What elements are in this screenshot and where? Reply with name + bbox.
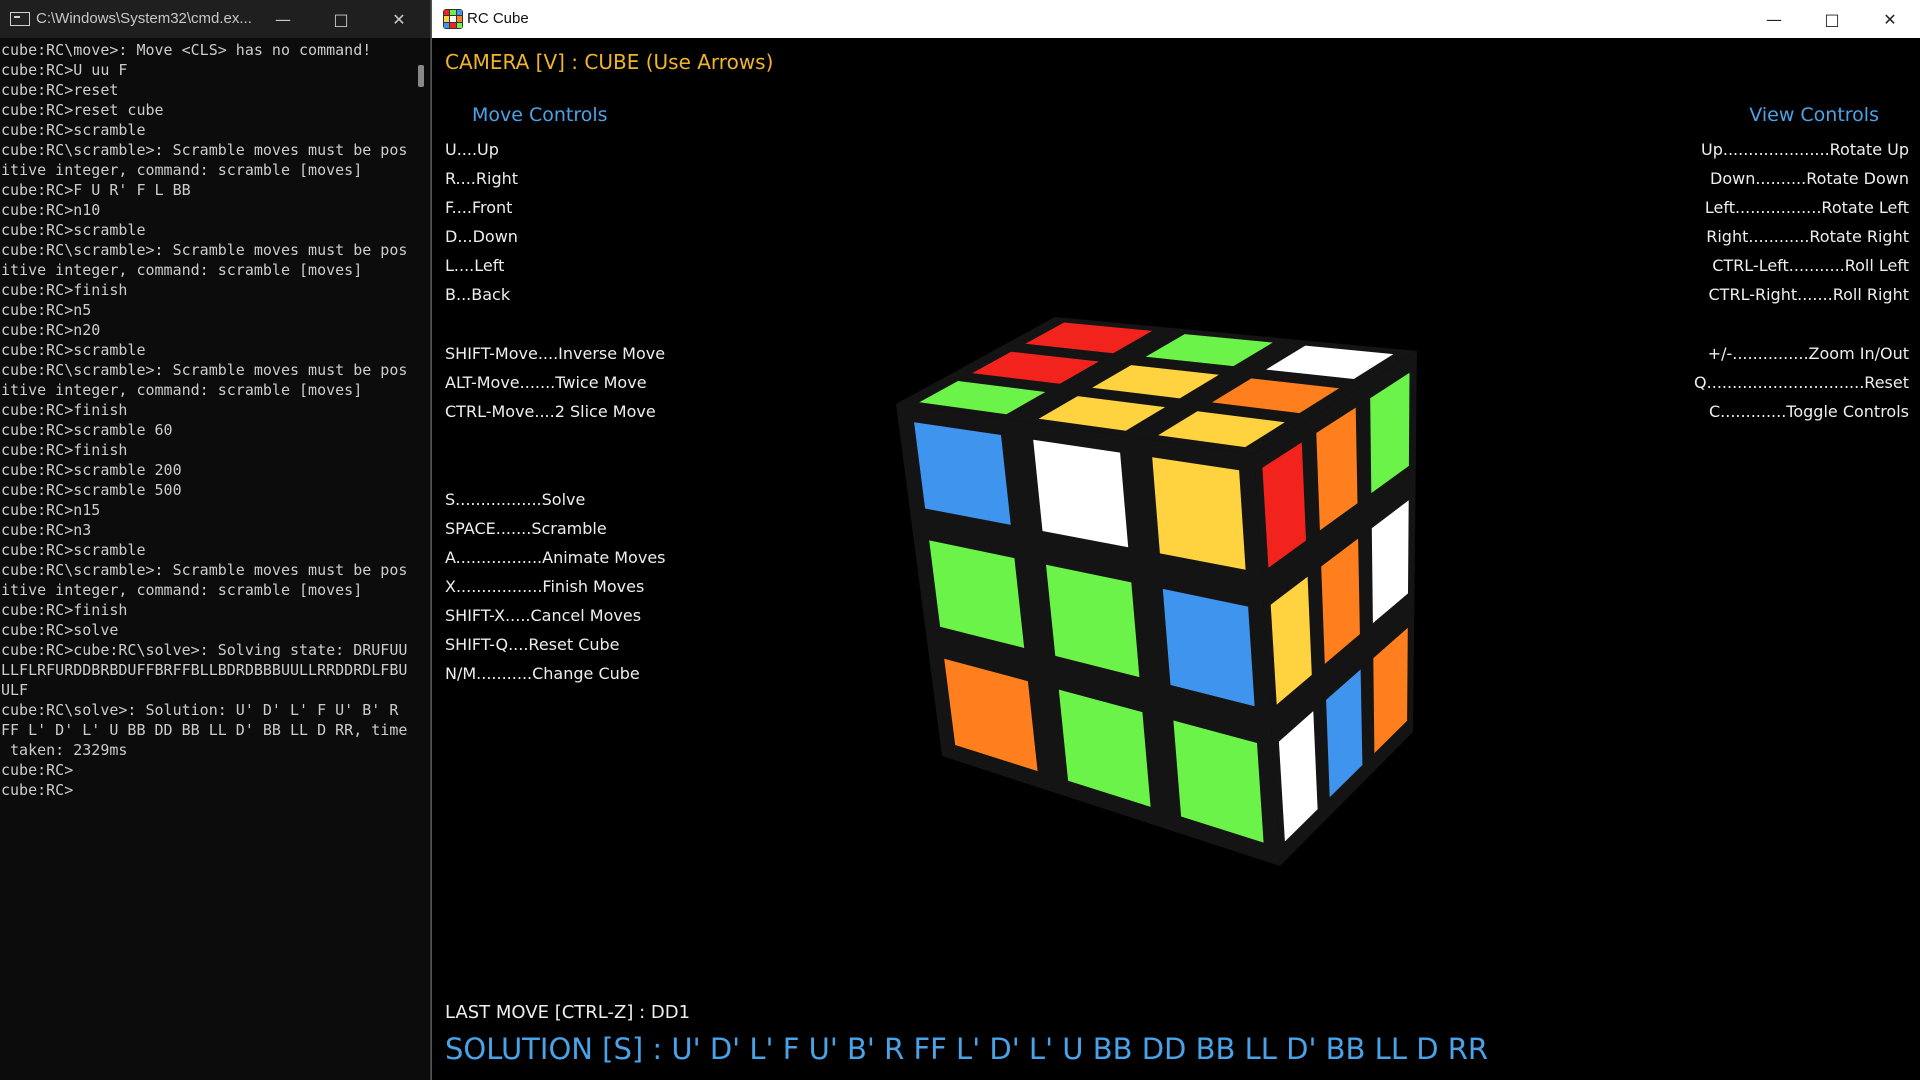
terminal-line: cube:RC>scramble 500	[1, 481, 182, 499]
minimize-button[interactable]: —	[254, 0, 312, 38]
move-control-item: L....Left	[445, 256, 505, 275]
terminal-line: cube:RC\scramble>: Scramble moves must b…	[1, 361, 408, 379]
terminal-line: cube:RC\scramble>: Scramble moves must b…	[1, 141, 408, 159]
terminal-line: cube:RC>n20	[1, 321, 101, 339]
terminal-line: cube:RC>finish	[1, 601, 128, 619]
terminal-line: cube:RC>U uu F	[1, 61, 128, 79]
terminal-line: itive integer, command: scramble [moves]	[1, 381, 363, 399]
terminal-line: cube:RC>scramble 200	[1, 461, 182, 479]
move-control-item: S.................Solve	[445, 490, 586, 509]
terminal-line: itive integer, command: scramble [moves]	[1, 161, 363, 179]
terminal-line: cube:RC>n3	[1, 521, 92, 539]
move-control-item: X.................Finish Moves	[445, 577, 645, 596]
terminal-line: cube:RC>scramble	[1, 121, 146, 139]
view-control-item: Left.................Rotate Left	[1704, 198, 1909, 217]
cube-sticker	[1033, 439, 1129, 548]
cmd-window: C:\Windows\System32\cmd.ex... — □ ✕ cube…	[0, 0, 431, 1080]
solution-label: SOLUTION [S] : U' D' L' F U' B' R FF L' …	[445, 1032, 1489, 1066]
terminal-scrollbar[interactable]	[414, 38, 430, 1080]
terminal-line: itive integer, command: scramble [moves]	[1, 581, 363, 599]
terminal-line: FF L' D' L' U BB DD BB LL D' BB LL D RR,…	[1, 721, 408, 739]
terminal-line: cube:RC\scramble>: Scramble moves must b…	[1, 241, 408, 259]
terminal-line: cube:RC>cube:RC\solve>: Solving state: D…	[1, 641, 408, 659]
terminal-line: cube:RC>	[1, 781, 74, 799]
terminal-line: cube:RC>finish	[1, 441, 128, 459]
view-control-item: +/-...............Zoom In/Out	[1707, 344, 1909, 363]
terminal-line: cube:RC>F U R' F L BB	[1, 181, 191, 199]
move-control-item: F....Front	[445, 198, 513, 217]
scrollbar-thumb[interactable]	[418, 65, 424, 87]
move-control-item: ALT-Move.......Twice Move	[445, 373, 647, 392]
terminal-line: cube:RC>scramble	[1, 221, 146, 239]
view-control-item: Q...............................Reset	[1694, 373, 1909, 392]
move-control-item: U....Up	[445, 140, 499, 159]
cube-sticker	[1152, 457, 1246, 570]
terminal-line: cube:RC>n10	[1, 201, 101, 219]
rubiks-cube-3d-view[interactable]	[432, 0, 1920, 1080]
terminal-line: cube:RC>scramble	[1, 541, 146, 559]
move-control-item: SHIFT-Move....Inverse Move	[445, 344, 666, 363]
view-control-item: Down..........Rotate Down	[1710, 169, 1909, 188]
move-control-item: N/M...........Change Cube	[445, 664, 640, 683]
terminal-line: cube:RC>scramble 60	[1, 421, 173, 439]
move-control-item: A.................Animate Moves	[445, 548, 666, 567]
terminal-line: cube:RC>finish	[1, 281, 128, 299]
view-control-item: Up.....................Rotate Up	[1700, 140, 1909, 159]
move-control-item: SPACE.......Scramble	[445, 519, 607, 538]
view-control-item: CTRL-Left...........Roll Left	[1712, 256, 1909, 275]
terminal-line: cube:RC>reset	[1, 81, 119, 99]
move-control-item: SHIFT-Q....Reset Cube	[445, 635, 620, 654]
maximize-button[interactable]: □	[312, 0, 370, 38]
terminal-line: cube:RC>scramble	[1, 341, 146, 359]
terminal-line: LLFLRFURDDBRBDUFFBRFFBLLBDRDBBBUULLRRDDR…	[1, 661, 408, 679]
move-control-item: B...Back	[445, 285, 511, 304]
terminal-line: taken: 2329ms	[1, 741, 128, 759]
terminal-output[interactable]: cube:RC\move>: Move <CLS> has no command…	[0, 38, 414, 1080]
rc-cube-window: RC Cube — □ ✕ CAMERA [V] : CUBE (Use Arr…	[431, 0, 1920, 1080]
cmd-window-title: C:\Windows\System32\cmd.ex...	[36, 10, 252, 27]
terminal-line: cube:RC\scramble>: Scramble moves must b…	[1, 561, 408, 579]
view-control-item: CTRL-Right.......Roll Right	[1708, 285, 1910, 304]
terminal-line: ULF	[1, 681, 29, 699]
view-control-item: Right............Rotate Right	[1706, 227, 1909, 246]
terminal-line: itive integer, command: scramble [moves]	[1, 261, 363, 279]
terminal-line: cube:RC>finish	[1, 401, 128, 419]
move-control-item: R....Right	[445, 169, 519, 188]
view-control-item: C.............Toggle Controls	[1709, 402, 1909, 421]
terminal-line: cube:RC>solve	[1, 621, 119, 639]
cmd-titlebar[interactable]: C:\Windows\System32\cmd.ex... — □ ✕	[0, 0, 430, 38]
move-control-item: D...Down	[445, 227, 518, 246]
move-control-item: CTRL-Move....2 Slice Move	[445, 402, 656, 421]
move-control-item: SHIFT-X.....Cancel Moves	[445, 606, 642, 625]
terminal-line: cube:RC>n15	[1, 501, 101, 519]
terminal-line: cube:RC\solve>: Solution: U' D' L' F U' …	[1, 701, 399, 719]
close-button[interactable]: ✕	[370, 0, 428, 38]
terminal-line: cube:RC>reset cube	[1, 101, 164, 119]
terminal-line: cube:RC>	[1, 761, 74, 779]
terminal-line: cube:RC>n5	[1, 301, 92, 319]
cmd-app-icon	[10, 12, 30, 26]
terminal-line: cube:RC\move>: Move <CLS> has no command…	[1, 41, 372, 59]
last-move-label: LAST MOVE [CTRL-Z] : DD1	[445, 1002, 691, 1023]
